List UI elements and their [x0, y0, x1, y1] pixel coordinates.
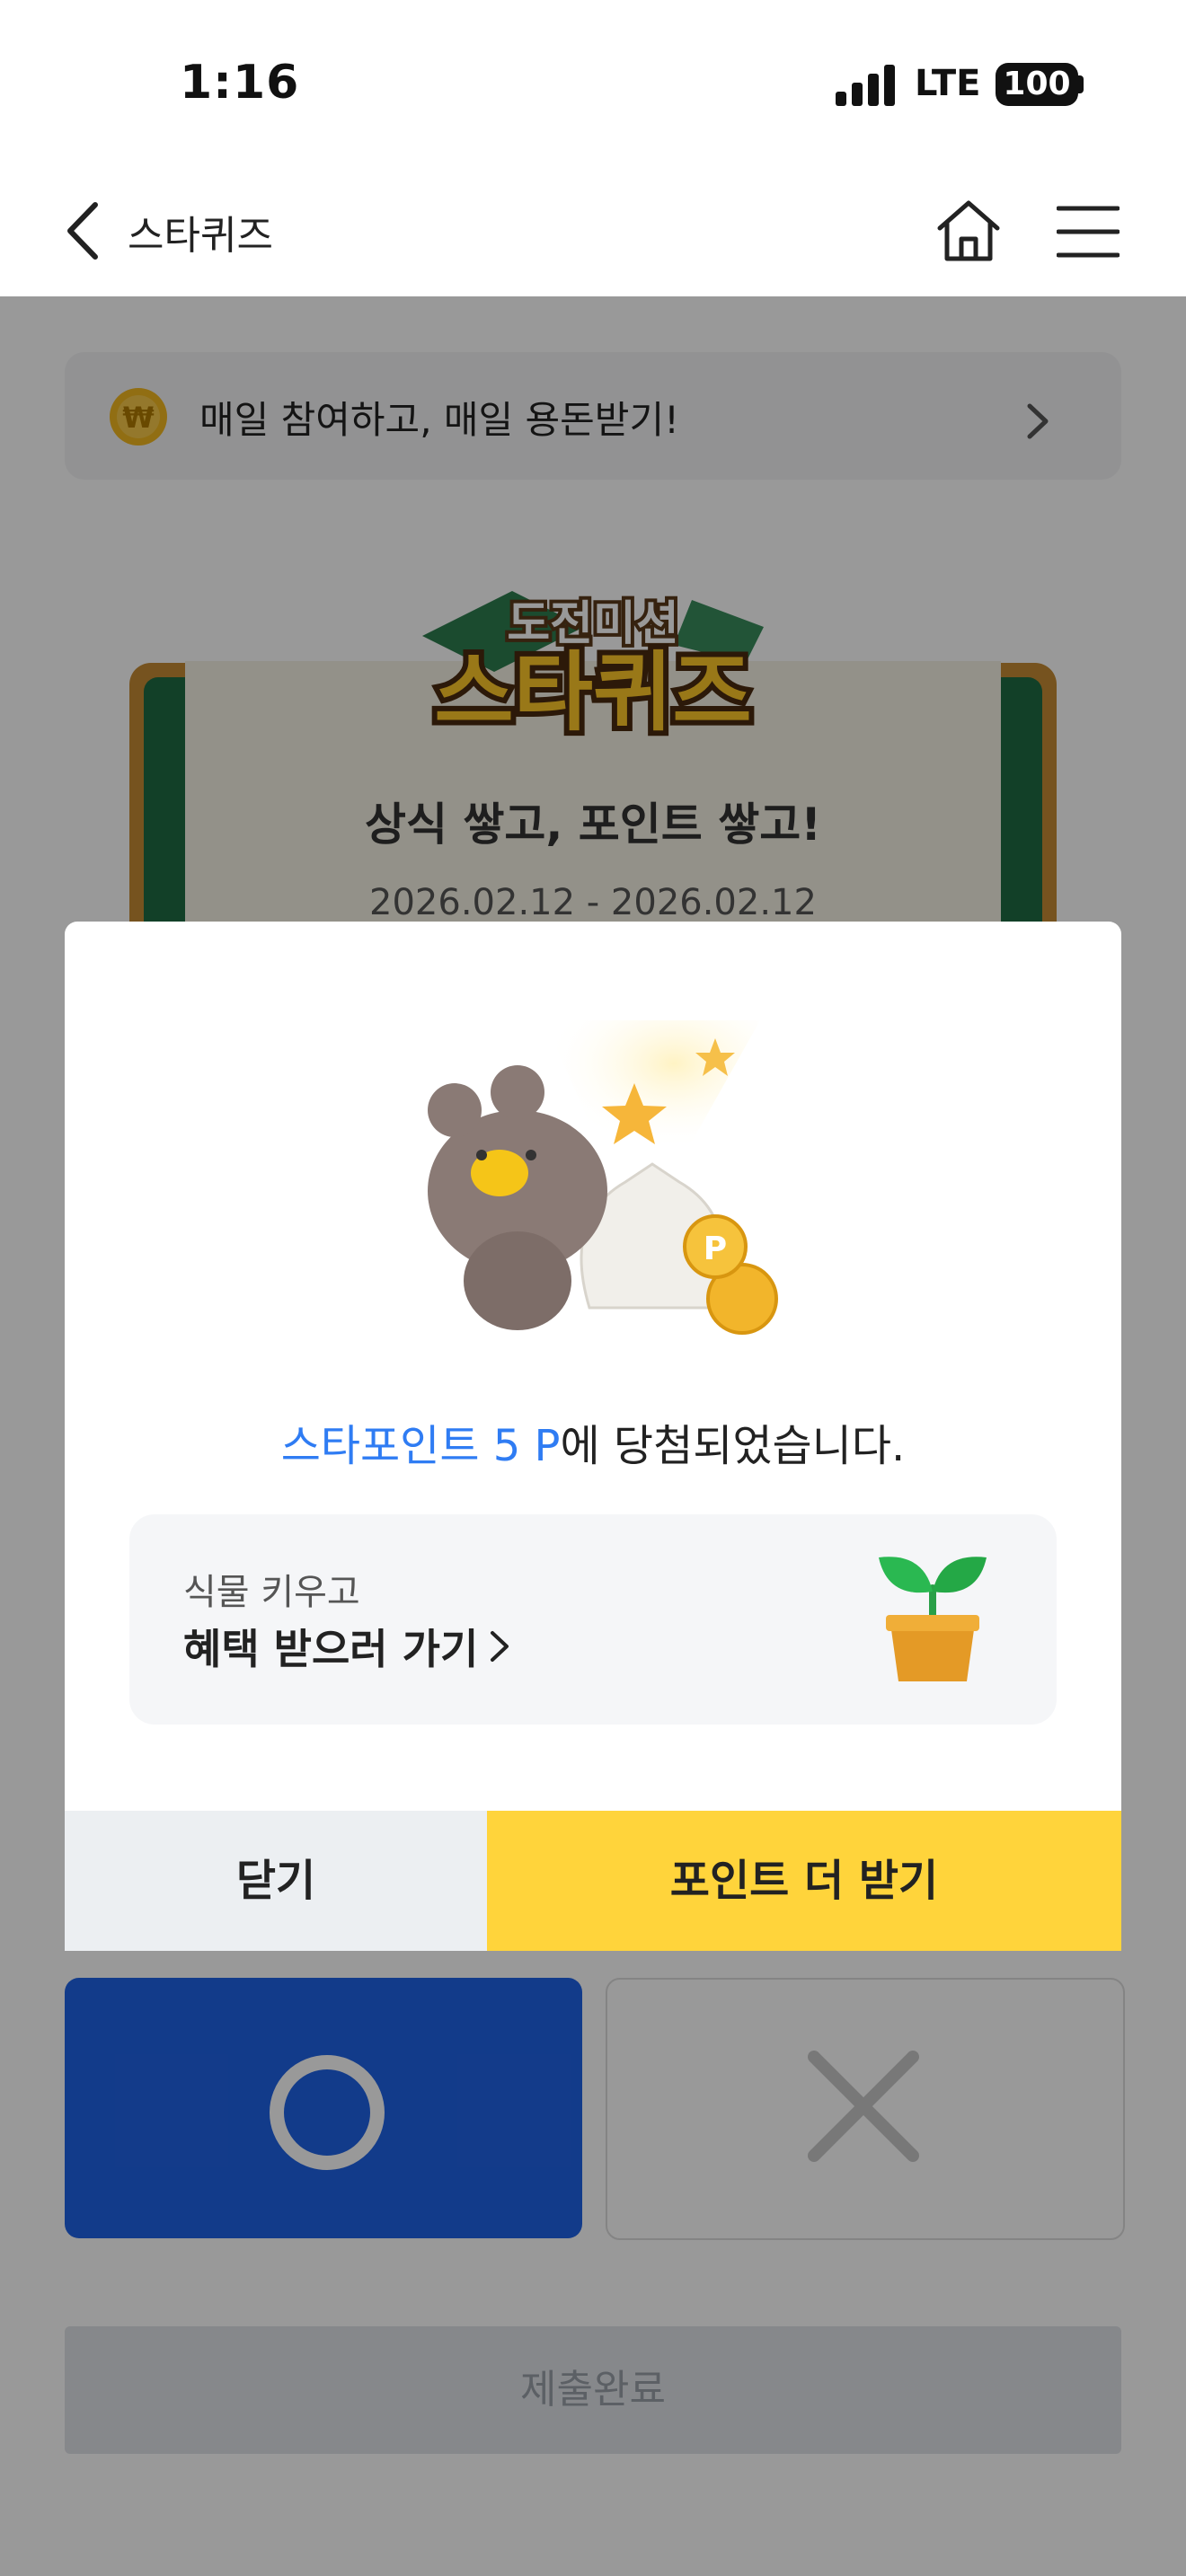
win-amount: 스타포인트 5 P	[280, 1421, 561, 1471]
home-icon[interactable]	[934, 198, 1003, 266]
potted-plant-icon	[879, 1557, 987, 1681]
close-button[interactable]: 닫기	[65, 1811, 487, 1951]
win-message: 스타포인트 5 P에 당첨되었습니다.	[65, 1410, 1121, 1473]
status-time: 1:16	[180, 56, 300, 110]
signal-icon	[836, 65, 897, 106]
battery-icon: 100	[996, 63, 1078, 106]
svg-text:P: P	[704, 1231, 727, 1267]
hamburger-menu-icon[interactable]	[1057, 203, 1120, 260]
battery-tip	[1078, 75, 1084, 93]
promo-title: 혜택 받으러 가기	[183, 1625, 479, 1673]
promo-subtitle: 식물 키우고	[183, 1572, 360, 1613]
chevron-right-icon	[491, 1631, 509, 1662]
win-message-rest: 에 당첨되었습니다.	[560, 1421, 906, 1471]
get-more-points-button[interactable]: 포인트 더 받기	[487, 1811, 1121, 1951]
bear-reward-illustration: P	[428, 1020, 778, 1335]
network-type: LTE	[915, 63, 981, 104]
page-title: 스타퀴즈	[128, 213, 273, 259]
chevron-left-icon[interactable]	[59, 199, 113, 262]
